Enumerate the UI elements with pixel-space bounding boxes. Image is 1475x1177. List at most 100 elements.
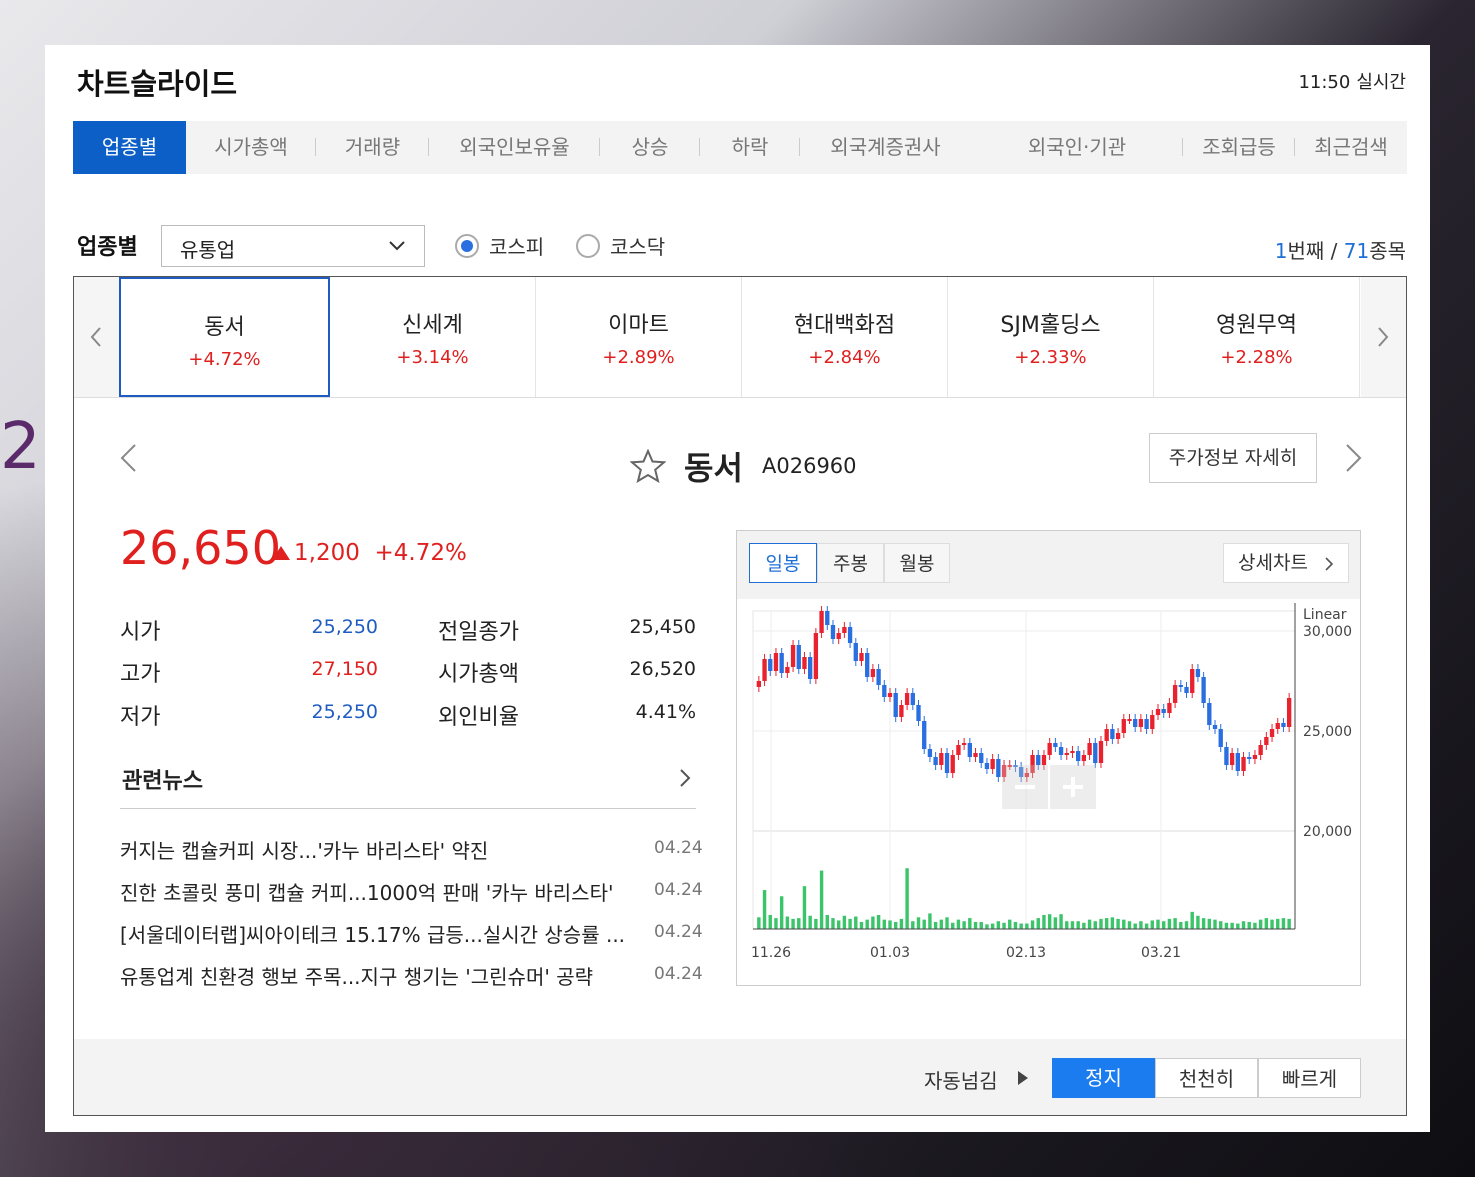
candle: [1161, 709, 1166, 713]
chevron-down-icon: [389, 241, 405, 251]
volume-bar: [814, 918, 818, 929]
tab-foreign-ownership[interactable]: 외국인보유율: [429, 121, 600, 174]
volume-bar: [1264, 918, 1269, 929]
field-value: 26,520: [629, 658, 696, 680]
news-item[interactable]: 커지는 캡슐커피 시장...'카누 바리스타' 약진: [120, 835, 634, 864]
news-date: 04.24: [654, 880, 703, 900]
candle: [870, 669, 876, 677]
tab-recent-search[interactable]: 최근검색: [1295, 121, 1407, 174]
volume-bar: [916, 917, 921, 929]
candle: [990, 759, 995, 769]
tab-market-cap[interactable]: 시가총액: [186, 121, 316, 174]
clock-time: 11:50: [1298, 72, 1351, 93]
candle: [1087, 743, 1092, 755]
candle: [847, 627, 853, 643]
chevron-right-icon: [1325, 557, 1334, 571]
radio-kosdaq[interactable]: 코스닥: [576, 231, 665, 260]
tab-fall[interactable]: 하락: [700, 121, 800, 174]
news-more-icon[interactable]: [678, 767, 692, 789]
volume-bar: [1207, 918, 1212, 929]
candlestick-chart[interactable]: Linear30,000 25,000 20,000 11.26 01.03 02.13 0…: [737, 599, 1360, 985]
volume-bar: [1241, 921, 1246, 929]
stock-card[interactable]: 현대백화점 +2.84%: [742, 277, 948, 397]
tab-search-surge[interactable]: 조회급등: [1183, 121, 1295, 174]
volume-bar: [1030, 920, 1035, 929]
tab-foreign-institution[interactable]: 외국인·기관: [971, 121, 1183, 174]
prev-stock-button[interactable]: [118, 442, 138, 474]
volume-bar: [1122, 919, 1126, 929]
volume-bar: [1230, 922, 1234, 929]
y-tick-label: 20,000: [1303, 824, 1352, 840]
candle: [904, 693, 910, 705]
volume-bar: [1059, 914, 1063, 929]
volume-bar: [888, 920, 892, 929]
volume-bar: [768, 914, 772, 929]
stock-card[interactable]: 신세계 +3.14%: [330, 277, 536, 397]
next-stock-button[interactable]: [1344, 442, 1364, 474]
strip-prev-button[interactable]: [74, 277, 119, 397]
news-title: 관련뉴스: [122, 769, 203, 794]
tab-rise[interactable]: 상승: [600, 121, 700, 174]
tab-daily[interactable]: 일봉: [749, 543, 817, 583]
stock-card[interactable]: 영원무역 +2.28%: [1154, 277, 1360, 397]
candle: [813, 633, 819, 679]
candle: [1155, 709, 1161, 715]
candle: [1201, 677, 1206, 703]
field-value: 27,150: [311, 658, 378, 680]
volume-bar: [1053, 917, 1058, 929]
realtime-clock: 11:50 실시간: [1298, 68, 1406, 94]
candle: [1247, 757, 1252, 759]
fast-button[interactable]: 빠르게: [1258, 1058, 1361, 1098]
tab-weekly[interactable]: 주봉: [817, 543, 884, 583]
tab-industry[interactable]: 업종별: [73, 121, 186, 174]
news-item[interactable]: 유통업계 친환경 행보 주목...지구 챙기는 '그린슈머' 공략: [120, 961, 634, 990]
tab-monthly[interactable]: 월봉: [884, 543, 950, 583]
volume-bar: [928, 913, 932, 929]
candles: [756, 606, 1292, 782]
stock-card[interactable]: SJM홀딩스 +2.33%: [948, 277, 1154, 397]
star-icon[interactable]: [630, 449, 666, 483]
tab-volume[interactable]: 거래량: [316, 121, 429, 174]
volume-bar: [962, 921, 966, 929]
tab-foreign-brokers[interactable]: 외국계증권사: [800, 121, 971, 174]
candle: [1207, 703, 1212, 725]
volume-bar: [985, 924, 989, 929]
stock-card[interactable]: 이마트 +2.89%: [536, 277, 742, 397]
candle: [1258, 745, 1263, 755]
radio-kosdaq-indicator: [576, 233, 600, 258]
slide-box: 동서 +4.72% 신세계 +3.14% 이마트 +2.89% 현대백화점 +2.84%…: [73, 276, 1407, 1116]
candle: [939, 753, 944, 765]
volume-bar: [808, 915, 812, 929]
stop-button[interactable]: 정지: [1052, 1058, 1155, 1098]
volume-bar: [774, 918, 778, 929]
stock-card[interactable]: 동서 +4.72%: [119, 277, 330, 397]
candle: [1281, 723, 1286, 727]
volume-bar: [876, 914, 881, 929]
volume-bar: [1247, 921, 1251, 929]
candle: [1081, 755, 1087, 761]
candle: [984, 763, 990, 769]
slow-button[interactable]: 천천히: [1155, 1058, 1258, 1098]
radio-kospi[interactable]: 코스피: [455, 231, 544, 260]
industry-select[interactable]: 유통업: [161, 225, 425, 267]
detail-chart-button[interactable]: 상세차트: [1223, 543, 1349, 583]
volume-bar: [779, 896, 784, 929]
candle: [916, 705, 921, 721]
candle: [1264, 737, 1269, 745]
candle: [790, 645, 796, 667]
volume-bar: [1139, 921, 1143, 929]
candle: [1190, 669, 1195, 693]
candle: [1076, 751, 1081, 761]
candle: [1195, 669, 1201, 677]
candle: [1093, 743, 1098, 763]
volume-bar: [905, 868, 909, 929]
strip-next-button[interactable]: [1361, 277, 1406, 397]
news-item[interactable]: [서울데이터랩]씨아이테크 15.17% 급등...실시간 상승률 ...: [120, 919, 634, 948]
page-title: 차트슬라이드: [77, 67, 238, 101]
news-item[interactable]: 진한 초콜릿 풍미 캡슐 커피...1000억 판매 '카누 바리스타': [120, 877, 634, 906]
y-tick-label: 25,000: [1303, 724, 1352, 740]
stock-info-button[interactable]: 주가정보 자세히: [1149, 433, 1317, 483]
auto-advance-label: 자동넘김: [924, 1069, 998, 1093]
volume-bar: [1082, 922, 1086, 929]
volume-bar: [996, 921, 1001, 929]
